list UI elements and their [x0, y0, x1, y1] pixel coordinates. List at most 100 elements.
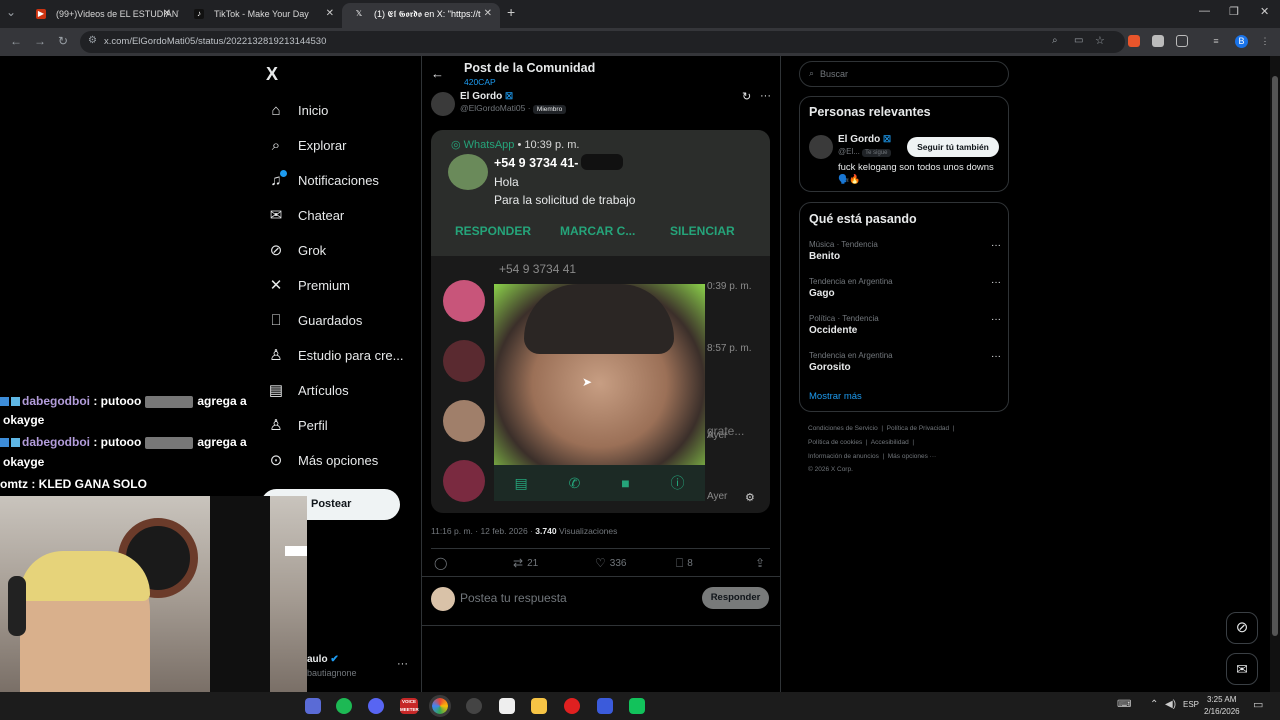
app-icon[interactable] — [305, 698, 321, 714]
forward-icon[interactable]: → — [34, 34, 46, 48]
author-handle[interactable]: @ElGordoMati05 — [460, 103, 525, 113]
person-name[interactable]: El Gordo ☒ — [838, 134, 891, 145]
language-indicator[interactable]: ESP — [1183, 700, 1199, 709]
install-icon[interactable]: ▭ — [1074, 35, 1083, 46]
scrollbar-thumb[interactable] — [1272, 76, 1278, 636]
nav-item-estudio[interactable]: ♙ Estudio para cre... — [268, 342, 403, 368]
grok-analyze-icon[interactable]: ↻ — [742, 90, 751, 103]
folder-icon[interactable] — [531, 698, 547, 714]
nav-item-perfil[interactable]: ♙ Perfil — [268, 412, 327, 438]
copyright: © 2026 X Corp. — [808, 466, 853, 473]
nav-label: Artículos — [298, 382, 349, 398]
window-close-icon[interactable]: ✕ — [1260, 5, 1269, 18]
media-settings-icon[interactable]: ⚙ — [745, 491, 755, 504]
account-name[interactable]: aulo ✔ — [307, 654, 339, 665]
app-icon[interactable] — [597, 698, 613, 714]
browser-tab-3[interactable]: 𝕏 (1) 𝕰𝖑 𝕲𝖔𝖗𝖉𝖔 en X: "https://t ✕ — [342, 3, 500, 28]
browser-tab-2[interactable]: ♪ TikTok - Make Your Day ✕ — [182, 3, 342, 28]
reply-button[interactable]: Responder — [702, 587, 769, 609]
close-tab-icon[interactable]: ✕ — [326, 3, 334, 25]
footer-link[interactable]: Condiciones de Servicio — [808, 425, 878, 432]
nav-item-mas-opciones[interactable]: ⊙ Más opciones — [268, 447, 379, 473]
footer-link[interactable]: Política de Privacidad — [887, 425, 950, 432]
extension-fox-icon[interactable] — [1128, 35, 1140, 47]
scrollbar[interactable] — [1270, 56, 1280, 692]
close-tab-icon[interactable]: ✕ — [163, 3, 171, 25]
extensions-puzzle-icon[interactable] — [1176, 35, 1188, 47]
browser-tab-1[interactable]: ▶ (99+)Videos de EL ESTUDIANTE ✕ — [24, 3, 179, 28]
author-avatar[interactable] — [431, 92, 455, 116]
browser-menu-icon[interactable]: ⋮ — [1259, 35, 1271, 47]
notification-center-icon[interactable]: ▭ — [1253, 698, 1263, 711]
trend-item[interactable]: Tendencia en Argentina Gorosito ··· — [809, 351, 1001, 373]
trend-item[interactable]: Música · Tendencia Benito ··· — [809, 240, 1001, 262]
reading-list-icon[interactable]: ≡ — [1210, 35, 1222, 47]
share-action[interactable]: ⇪ — [755, 556, 765, 570]
trend-more-icon[interactable]: ··· — [991, 351, 1001, 362]
keyboard-icon[interactable]: ⌨ — [1117, 699, 1131, 710]
site-info-icon[interactable]: ⚙ — [88, 35, 97, 46]
x-logo-icon[interactable]: X — [266, 64, 278, 85]
star-icon[interactable]: ☆ — [1095, 34, 1105, 47]
discord-icon[interactable] — [368, 698, 384, 714]
kick-icon[interactable] — [629, 698, 645, 714]
obs-icon[interactable] — [466, 698, 482, 714]
messages-float-icon[interactable]: ✉ — [1226, 653, 1258, 685]
follow-back-button[interactable]: Seguir tú también — [907, 137, 999, 157]
post-media-image[interactable]: ◎ WhatsApp • 10:39 p. m. +54 9 3734 41- … — [431, 130, 770, 513]
chevron-up-icon[interactable]: ⌃ — [1150, 699, 1158, 710]
like-action[interactable]: ♡ 336 — [595, 556, 626, 570]
minimize-icon[interactable]: — — [1199, 5, 1210, 17]
post-more-icon[interactable]: ··· — [760, 90, 771, 102]
trend-more-icon[interactable]: ··· — [991, 277, 1001, 288]
clock-time[interactable]: 3:25 AM — [1207, 695, 1236, 704]
clock-date[interactable]: 2/16/2026 — [1204, 707, 1240, 716]
nav-item-premium[interactable]: ✕ Premium — [268, 272, 350, 298]
community-link[interactable]: 420CAP — [464, 77, 496, 87]
trend-more-icon[interactable]: ··· — [991, 314, 1001, 325]
profile-avatar[interactable]: B — [1235, 35, 1248, 48]
show-more-link[interactable]: Mostrar más — [809, 391, 862, 402]
chat-text: agrega a — [197, 394, 247, 408]
footer-link[interactable]: Más opciones ··· — [888, 453, 936, 460]
search-box[interactable]: ⌕ Buscar — [799, 61, 1009, 87]
grok-float-icon[interactable]: ⊘ — [1226, 612, 1258, 644]
opera-icon[interactable] — [564, 698, 580, 714]
trend-item[interactable]: Política · Tendencia Occidente ··· — [809, 314, 1001, 336]
footer-link[interactable]: Accesibilidad — [871, 439, 909, 446]
reply-input[interactable]: Postea tu respuesta — [460, 591, 567, 605]
author-name[interactable]: El Gordo ☒ — [460, 91, 513, 102]
nav-item-grok[interactable]: ⊘ Grok — [268, 237, 326, 263]
repost-action[interactable]: ⇄ 21 — [513, 556, 538, 570]
bookmark-action[interactable]: ⎕ 8 — [676, 556, 693, 571]
url-field[interactable]: ⚙ x.com/ElGordoMati05/status/20221328192… — [80, 31, 1125, 53]
person-avatar[interactable] — [809, 135, 833, 159]
tiktok-favicon-icon: ♪ — [194, 9, 204, 19]
chrome-icon[interactable] — [429, 695, 451, 717]
account-more-icon[interactable]: ··· — [397, 658, 408, 670]
tab-search-icon[interactable]: ⌄ — [6, 5, 16, 19]
restore-icon[interactable]: ❐ — [1229, 5, 1239, 18]
spotify-icon[interactable] — [336, 698, 352, 714]
close-tab-icon[interactable]: ✕ — [484, 3, 492, 25]
nav-item-articulos[interactable]: ▤ Artículos — [268, 377, 349, 403]
trend-more-icon[interactable]: ··· — [991, 240, 1001, 251]
new-tab-icon[interactable]: + — [507, 4, 515, 20]
voicemeeter-icon[interactable]: VOICE MEETER — [400, 698, 419, 714]
nav-item-chatear[interactable]: ✉ Chatear — [268, 202, 345, 228]
nav-item-inicio[interactable]: ⌂ Inicio — [268, 97, 328, 123]
reload-icon[interactable]: ↻ — [58, 34, 68, 48]
zoom-icon[interactable]: ⌕ — [1052, 35, 1058, 46]
nav-item-notificaciones[interactable]: ♫ Notificaciones — [268, 167, 379, 193]
trend-item[interactable]: Tendencia en Argentina Gago ··· — [809, 277, 1001, 299]
capcut-icon[interactable] — [499, 698, 515, 714]
footer-link[interactable]: Política de cookies — [808, 439, 862, 446]
footer-link[interactable]: Información de anuncios — [808, 453, 879, 460]
nav-item-guardados[interactable]: ⎕ Guardados — [268, 307, 362, 333]
extension-shield-icon[interactable] — [1152, 35, 1164, 47]
back-arrow-icon[interactable]: ← — [431, 66, 444, 81]
nav-item-explorar[interactable]: ⌕ Explorar — [268, 132, 347, 158]
volume-icon[interactable]: ◀) — [1165, 699, 1176, 710]
reply-action[interactable]: ◯ — [434, 556, 451, 570]
back-icon[interactable]: ← — [10, 34, 22, 48]
